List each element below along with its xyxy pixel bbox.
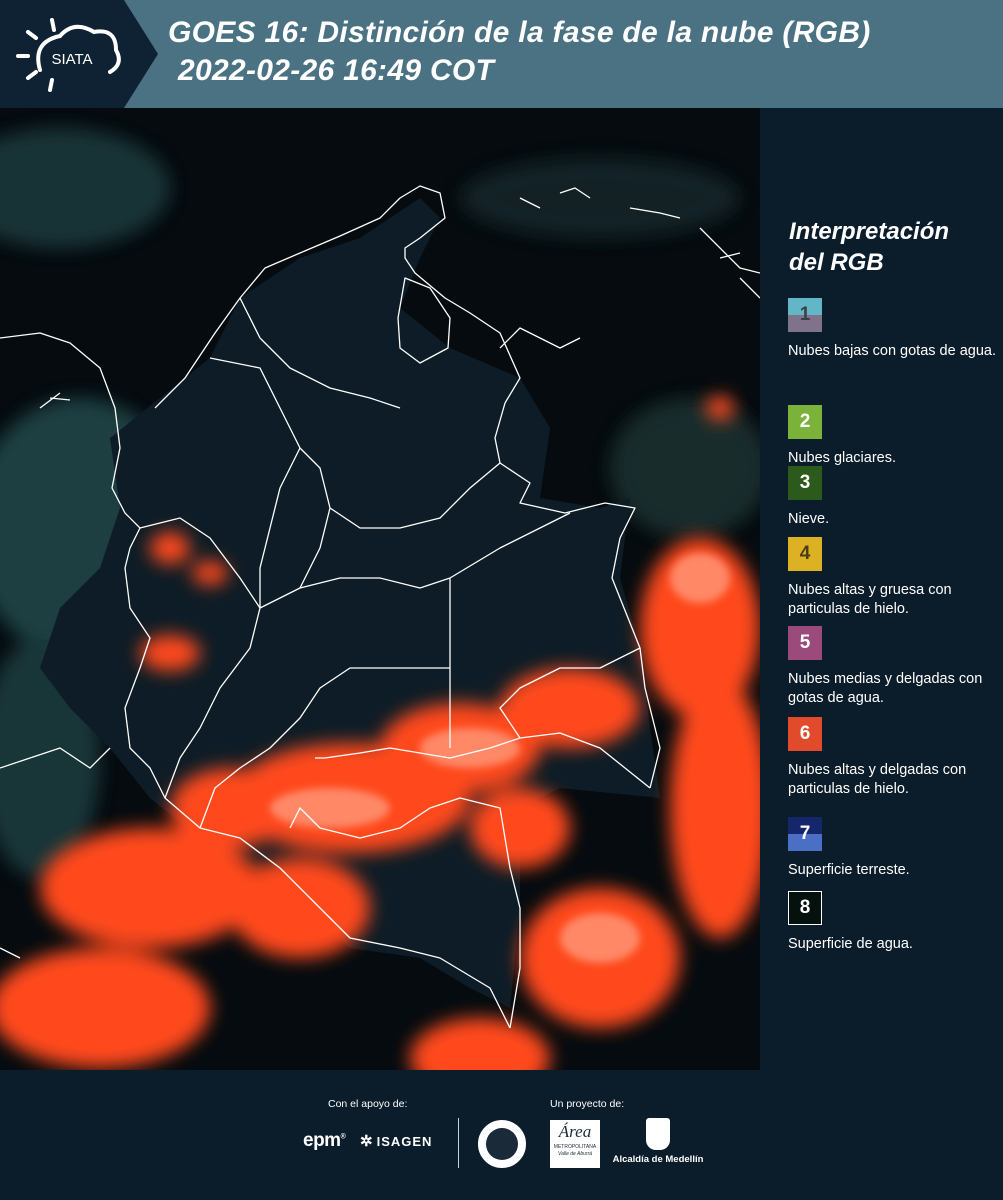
seal-logo: [478, 1120, 526, 1168]
legend-number: 1: [799, 304, 811, 325]
legend-number: 4: [799, 543, 811, 564]
legend-label: Nubes bajas con gotas de agua.: [788, 343, 996, 359]
epm-logo-text: epm: [303, 1130, 341, 1151]
legend-swatch: 3: [788, 466, 822, 500]
support-caption: Con el apoyo de:: [328, 1098, 408, 1110]
alcaldia-shield-icon: [646, 1118, 670, 1150]
map-title: GOES 16: Distinción de la fase de la nub…: [168, 16, 871, 49]
legend-number: 7: [799, 823, 811, 844]
legend-label: Nubes altas y gruesa con particulas de h…: [788, 582, 952, 617]
header-bar: SIATA GOES 16: Distinción de la fase de …: [0, 0, 1003, 108]
legend-item: 1 Nubes bajas con gotas de agua.: [788, 298, 1002, 361]
project-caption: Un proyecto de:: [550, 1098, 625, 1110]
legend-panel: Interpretación del RGB 1 Nubes bajas con …: [760, 108, 1003, 1070]
legend-item: 3 Nieve.: [788, 466, 1002, 529]
legend-label: Superficie terreste.: [788, 862, 910, 878]
legend-swatch: 4: [788, 537, 822, 571]
area-metropolitana-logo: Área METROPOLITANA Valle de Aburrá: [550, 1120, 600, 1168]
siata-logo-icon: SIATA: [16, 18, 121, 92]
isagen-logo-text: ISAGEN: [376, 1133, 433, 1149]
legend-swatch: 8: [788, 891, 822, 925]
legend-swatch: 7: [788, 817, 822, 851]
legend-item: 4 Nubes altas y gruesa con particulas de …: [788, 537, 1002, 619]
legend-label: Superficie de agua.: [788, 936, 913, 952]
legend-item: 2 Nubes glaciares.: [788, 405, 1002, 468]
epm-logo: epm®: [303, 1130, 346, 1151]
area-logo-sub2: Valle de Aburrá: [557, 1151, 593, 1157]
legend-swatch: 5: [788, 626, 822, 660]
legend-swatch: 2: [788, 405, 822, 439]
footer-divider: [458, 1118, 459, 1168]
alcaldia-logo: Alcaldía de Medellín: [612, 1118, 704, 1165]
siata-logo-text: SIATA: [51, 51, 92, 68]
legend-number: 2: [799, 411, 811, 432]
satellite-map-canvas[interactable]: [0, 108, 760, 1070]
legend-number: 8: [799, 897, 811, 918]
legend-label: Nubes medias y delgadas con gotas de agu…: [788, 671, 983, 706]
satellite-map[interactable]: [0, 108, 760, 1070]
legend-label: Nieve.: [788, 511, 830, 527]
area-logo-sub1: METROPOLITANA: [553, 1144, 597, 1150]
legend-number: 6: [799, 723, 811, 744]
legend-item: 6 Nubes altas y delgadas con particulas d…: [788, 717, 1002, 799]
legend-item: 5 Nubes medias y delgadas con gotas de ag…: [788, 626, 1002, 708]
footer: Con el apoyo de: Un proyecto de: epm® ✲ …: [0, 1070, 1003, 1200]
legend-number: 5: [799, 632, 811, 653]
isagen-logo: ✲ ISAGEN: [360, 1132, 432, 1150]
alcaldia-logo-text: Alcaldía de Medellín: [612, 1154, 704, 1165]
legend-item: 8 Superficie de agua.: [788, 891, 1002, 954]
legend-swatch: 6: [788, 717, 822, 751]
seal-logo-icon: [486, 1128, 518, 1160]
siata-logo-block: SIATA: [0, 0, 158, 108]
isagen-icon: ✲: [360, 1133, 374, 1150]
legend-number: 3: [799, 472, 811, 493]
map-timestamp: 2022-02-26 16:49 COT: [178, 54, 495, 87]
legend-swatch: 1: [788, 298, 822, 332]
legend-title: Interpretación del RGB: [789, 218, 950, 276]
legend-label: Nubes altas y delgadas con particulas de…: [788, 762, 967, 797]
area-logo-name: Área: [558, 1122, 592, 1141]
legend-item: 7 Superficie terreste.: [788, 817, 1002, 880]
